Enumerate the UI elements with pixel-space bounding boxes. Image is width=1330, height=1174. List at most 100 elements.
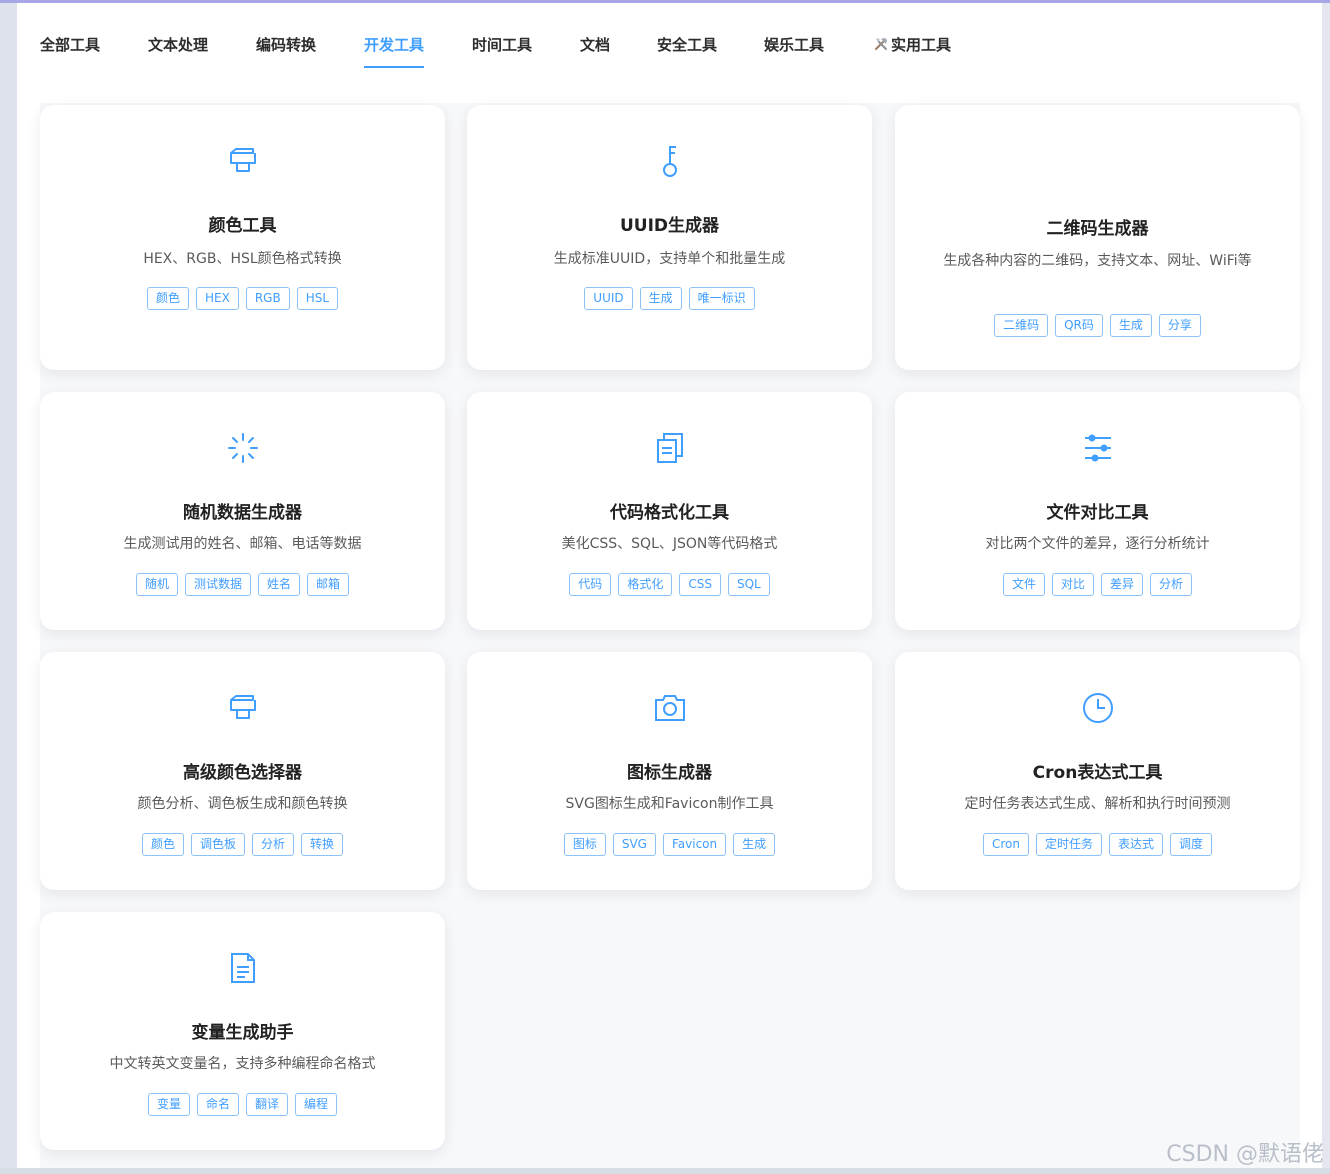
tag[interactable]: 二维码 bbox=[994, 314, 1049, 337]
card-title: 变量生成助手 bbox=[191, 1023, 294, 1043]
camera-icon bbox=[467, 690, 872, 726]
tag[interactable]: 分析 bbox=[1150, 573, 1193, 596]
card-description: 颜色分析、调色板生成和颜色转换 bbox=[137, 796, 348, 812]
card-description: HEX、RGB、HSL颜色格式转换 bbox=[143, 251, 342, 267]
tools-grid: 颜色工具 HEX、RGB、HSL颜色格式转换 颜色 HEX RGB HSL UU… bbox=[40, 103, 1300, 1171]
tag[interactable]: 命名 bbox=[196, 1093, 239, 1116]
tag[interactable]: 表达式 bbox=[1108, 833, 1163, 856]
document-icon bbox=[40, 950, 445, 986]
card-title: 颜色工具 bbox=[208, 216, 277, 236]
tag[interactable]: 调度 bbox=[1170, 833, 1213, 856]
tool-card-cron[interactable]: Cron表达式工具 定时任务表达式生成、解析和执行时间预测 Cron 定时任务 … bbox=[895, 652, 1300, 890]
tool-card-uuid[interactable]: UUID生成器 生成标准UUID，支持单个和批量生成 UUID 生成 唯一标识 bbox=[467, 105, 872, 370]
card-tags: 变量 命名 翻译 编程 bbox=[40, 1093, 445, 1116]
card-tags: 文件 对比 差异 分析 bbox=[895, 573, 1300, 596]
tool-card-file-diff[interactable]: 文件对比工具 对比两个文件的差异，逐行分析统计 文件 对比 差异 分析 bbox=[895, 392, 1300, 630]
tab-utility-tools[interactable]: 实用工具 bbox=[873, 35, 951, 69]
card-tags: 图标 SVG Favicon 生成 bbox=[467, 833, 872, 856]
tag[interactable]: 差异 bbox=[1101, 573, 1144, 596]
main-panel: 全部工具 文本处理 编码转换 开发工具 时间工具 文档 安全工具 娱乐工具 实用… bbox=[17, 3, 1322, 1171]
card-title: 代码格式化工具 bbox=[610, 503, 729, 523]
bottom-strip bbox=[0, 1168, 1330, 1174]
tag[interactable]: 图标 bbox=[563, 833, 606, 856]
tag[interactable]: 代码 bbox=[569, 573, 612, 596]
tab-text-processing[interactable]: 文本处理 bbox=[148, 35, 208, 69]
card-tags: 随机 测试数据 姓名 邮箱 bbox=[40, 573, 445, 596]
tag[interactable]: 邮箱 bbox=[307, 573, 350, 596]
tool-card-color[interactable]: 颜色工具 HEX、RGB、HSL颜色格式转换 颜色 HEX RGB HSL bbox=[40, 105, 445, 370]
tag[interactable]: SVG bbox=[612, 833, 656, 856]
tag[interactable]: QR码 bbox=[1055, 314, 1103, 337]
card-description: 生成测试用的姓名、邮箱、电话等数据 bbox=[123, 536, 362, 552]
tab-dev-tools[interactable]: 开发工具 bbox=[364, 35, 425, 69]
card-description: 生成标准UUID，支持单个和批量生成 bbox=[553, 251, 786, 267]
card-tags: UUID 生成 唯一标识 bbox=[467, 287, 872, 310]
card-title: UUID生成器 bbox=[619, 216, 720, 236]
tag[interactable]: 翻译 bbox=[246, 1093, 289, 1116]
right-scrollbar-track[interactable] bbox=[1322, 3, 1330, 1174]
tag[interactable]: 随机 bbox=[135, 573, 178, 596]
card-description: 定时任务表达式生成、解析和执行时间预测 bbox=[964, 796, 1231, 812]
card-tags: 二维码 QR码 生成 分享 bbox=[895, 314, 1300, 337]
tag[interactable]: 分享 bbox=[1158, 314, 1201, 337]
tag[interactable]: 编程 bbox=[295, 1093, 338, 1116]
tag[interactable]: RGB bbox=[245, 287, 290, 310]
card-description: 对比两个文件的差异，逐行分析统计 bbox=[985, 536, 1210, 552]
loading-spark-icon bbox=[40, 430, 445, 466]
tag[interactable]: 分析 bbox=[252, 833, 295, 856]
tab-fun-tools[interactable]: 娱乐工具 bbox=[764, 35, 824, 69]
tool-card-qrcode[interactable]: 二维码生成器 生成各种内容的二维码，支持文本、网址、WiFi等 二维码 QR码 … bbox=[895, 105, 1300, 370]
key-icon bbox=[467, 143, 872, 179]
tool-card-code-format[interactable]: 代码格式化工具 美化CSS、SQL、JSON等代码格式 代码 格式化 CSS S… bbox=[467, 392, 872, 630]
tag[interactable]: SQL bbox=[727, 573, 770, 596]
tab-encoding[interactable]: 编码转换 bbox=[256, 35, 316, 69]
tag[interactable]: 生成 bbox=[639, 287, 682, 310]
clock-icon bbox=[895, 690, 1300, 726]
tag[interactable]: 颜色 bbox=[141, 833, 184, 856]
tab-docs[interactable]: 文档 bbox=[580, 35, 610, 69]
tag[interactable]: 变量 bbox=[147, 1093, 190, 1116]
tag[interactable]: 姓名 bbox=[258, 573, 301, 596]
card-description: 美化CSS、SQL、JSON等代码格式 bbox=[561, 536, 778, 552]
tag[interactable]: 转换 bbox=[301, 833, 344, 856]
tool-card-variable-helper[interactable]: 变量生成助手 中文转英文变量名，支持多种编程命名格式 变量 命名 翻译 编程 bbox=[40, 912, 445, 1150]
tag[interactable]: 调色板 bbox=[190, 833, 245, 856]
tag[interactable]: CSS bbox=[679, 573, 721, 596]
tag[interactable]: Cron bbox=[982, 833, 1029, 856]
tag[interactable]: 颜色 bbox=[146, 287, 189, 310]
tag[interactable]: 对比 bbox=[1051, 573, 1094, 596]
card-title: 高级颜色选择器 bbox=[183, 763, 302, 783]
card-title: 二维码生成器 bbox=[1046, 219, 1149, 239]
tab-time-tools[interactable]: 时间工具 bbox=[472, 35, 532, 69]
card-title: 文件对比工具 bbox=[1046, 503, 1149, 523]
tool-card-icon-generator[interactable]: 图标生成器 SVG图标生成和Favicon制作工具 图标 SVG Favicon… bbox=[467, 652, 872, 890]
tag[interactable]: 唯一标识 bbox=[688, 287, 755, 310]
watermark: CSDN @默语佬 bbox=[1166, 1142, 1324, 1167]
tool-card-random-data[interactable]: 随机数据生成器 生成测试用的姓名、邮箱、电话等数据 随机 测试数据 姓名 邮箱 bbox=[40, 392, 445, 630]
card-description: SVG图标生成和Favicon制作工具 bbox=[565, 796, 774, 812]
color-palette-icon bbox=[40, 143, 445, 179]
tag[interactable]: HEX bbox=[195, 287, 239, 310]
hammer-wrench-icon bbox=[873, 36, 891, 56]
color-palette-icon bbox=[40, 690, 445, 726]
tag[interactable]: UUID bbox=[584, 287, 633, 310]
tag[interactable]: HSL bbox=[296, 287, 339, 310]
card-tags: 颜色 调色板 分析 转换 bbox=[40, 833, 445, 856]
card-title: Cron表达式工具 bbox=[1032, 763, 1163, 783]
tab-all-tools[interactable]: 全部工具 bbox=[40, 35, 100, 69]
tab-security-tools[interactable]: 安全工具 bbox=[657, 35, 717, 69]
tag[interactable]: 测试数据 bbox=[184, 573, 251, 596]
tag[interactable]: 文件 bbox=[1002, 573, 1045, 596]
card-title: 图标生成器 bbox=[627, 763, 712, 783]
tool-card-advanced-color[interactable]: 高级颜色选择器 颜色分析、调色板生成和颜色转换 颜色 调色板 分析 转换 bbox=[40, 652, 445, 890]
card-title: 随机数据生成器 bbox=[183, 503, 302, 523]
sliders-icon bbox=[895, 430, 1300, 466]
tag[interactable]: 生成 bbox=[733, 833, 776, 856]
tag[interactable]: 定时任务 bbox=[1035, 833, 1102, 856]
tag[interactable]: 生成 bbox=[1109, 314, 1152, 337]
tag[interactable]: Favicon bbox=[662, 833, 727, 856]
card-tags: Cron 定时任务 表达式 调度 bbox=[895, 833, 1300, 856]
card-description: 生成各种内容的二维码，支持文本、网址、WiFi等 bbox=[943, 253, 1252, 269]
tag[interactable]: 格式化 bbox=[618, 573, 673, 596]
card-tags: 颜色 HEX RGB HSL bbox=[40, 287, 445, 310]
